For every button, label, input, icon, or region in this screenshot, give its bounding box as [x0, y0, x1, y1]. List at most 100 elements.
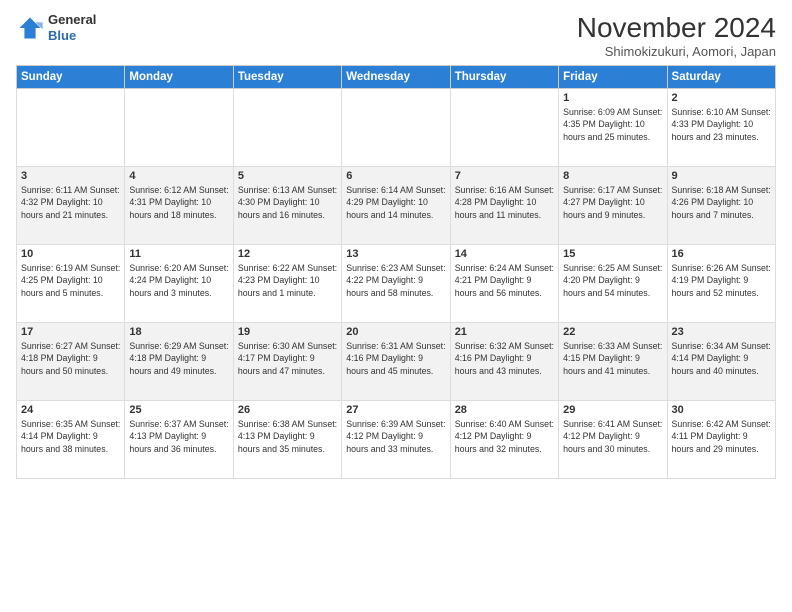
- day-info: Sunrise: 6:34 AM Sunset: 4:14 PM Dayligh…: [672, 340, 771, 377]
- day-info: Sunrise: 6:10 AM Sunset: 4:33 PM Dayligh…: [672, 106, 771, 143]
- location-subtitle: Shimokizukuri, Aomori, Japan: [577, 44, 776, 59]
- day-info: Sunrise: 6:39 AM Sunset: 4:12 PM Dayligh…: [346, 418, 445, 455]
- day-info: Sunrise: 6:20 AM Sunset: 4:24 PM Dayligh…: [129, 262, 228, 299]
- day-info: Sunrise: 6:19 AM Sunset: 4:25 PM Dayligh…: [21, 262, 120, 299]
- calendar-cell: 29 Sunrise: 6:41 AM Sunset: 4:12 PM Dayli…: [559, 401, 667, 479]
- calendar-cell: 11 Sunrise: 6:20 AM Sunset: 4:24 PM Dayli…: [125, 245, 233, 323]
- day-info: Sunrise: 6:37 AM Sunset: 4:13 PM Dayligh…: [129, 418, 228, 455]
- calendar-cell: 30Sunrise: 6:42 AM Sunset: 4:11 PM Dayli…: [667, 401, 775, 479]
- logo: General Blue: [16, 12, 96, 43]
- day-number: 22: [563, 326, 662, 338]
- day-info: Sunrise: 6:38 AM Sunset: 4:13 PM Dayligh…: [238, 418, 337, 455]
- day-number: 21: [455, 326, 554, 338]
- logo-text: General Blue: [48, 12, 96, 43]
- day-info: Sunrise: 6:25 AM Sunset: 4:20 PM Dayligh…: [563, 262, 662, 299]
- day-number: 11: [129, 248, 228, 260]
- col-sunday: Sunday: [17, 66, 125, 89]
- day-number: 4: [129, 170, 228, 182]
- day-number: 23: [672, 326, 771, 338]
- month-title: November 2024: [577, 12, 776, 44]
- day-info: Sunrise: 6:32 AM Sunset: 4:16 PM Dayligh…: [455, 340, 554, 377]
- calendar-cell: 8Sunrise: 6:17 AM Sunset: 4:27 PM Daylig…: [559, 167, 667, 245]
- col-wednesday: Wednesday: [342, 66, 450, 89]
- col-friday: Friday: [559, 66, 667, 89]
- day-info: Sunrise: 6:29 AM Sunset: 4:18 PM Dayligh…: [129, 340, 228, 377]
- day-info: Sunrise: 6:31 AM Sunset: 4:16 PM Dayligh…: [346, 340, 445, 377]
- day-number: 10: [21, 248, 120, 260]
- calendar-cell: 24Sunrise: 6:35 AM Sunset: 4:14 PM Dayli…: [17, 401, 125, 479]
- calendar-cell: 23 Sunrise: 6:34 AM Sunset: 4:14 PM Dayli…: [667, 323, 775, 401]
- day-info: Sunrise: 6:09 AM Sunset: 4:35 PM Dayligh…: [563, 106, 662, 143]
- day-info: Sunrise: 6:22 AM Sunset: 4:23 PM Dayligh…: [238, 262, 337, 299]
- calendar-cell: 12 Sunrise: 6:22 AM Sunset: 4:23 PM Dayli…: [233, 245, 341, 323]
- calendar-table: Sunday Monday Tuesday Wednesday Thursday…: [16, 65, 776, 479]
- calendar-cell: 27 Sunrise: 6:39 AM Sunset: 4:12 PM Dayli…: [342, 401, 450, 479]
- calendar-cell: 6 Sunrise: 6:14 AM Sunset: 4:29 PM Daylig…: [342, 167, 450, 245]
- day-info: Sunrise: 6:35 AM Sunset: 4:14 PM Dayligh…: [21, 418, 120, 455]
- day-info: Sunrise: 6:16 AM Sunset: 4:28 PM Dayligh…: [455, 184, 554, 221]
- page-container: General Blue November 2024 Shimokizukuri…: [0, 0, 792, 487]
- calendar-cell: 17Sunrise: 6:27 AM Sunset: 4:18 PM Dayli…: [17, 323, 125, 401]
- day-info: Sunrise: 6:17 AM Sunset: 4:27 PM Dayligh…: [563, 184, 662, 221]
- day-info: Sunrise: 6:33 AM Sunset: 4:15 PM Dayligh…: [563, 340, 662, 377]
- day-info: Sunrise: 6:27 AM Sunset: 4:18 PM Dayligh…: [21, 340, 120, 377]
- day-info: Sunrise: 6:12 AM Sunset: 4:31 PM Dayligh…: [129, 184, 228, 221]
- calendar-cell: 5Sunrise: 6:13 AM Sunset: 4:30 PM Daylig…: [233, 167, 341, 245]
- day-info: Sunrise: 6:14 AM Sunset: 4:29 PM Dayligh…: [346, 184, 445, 221]
- day-info: Sunrise: 6:30 AM Sunset: 4:17 PM Dayligh…: [238, 340, 337, 377]
- calendar-cell: 25 Sunrise: 6:37 AM Sunset: 4:13 PM Dayli…: [125, 401, 233, 479]
- calendar-cell: [125, 89, 233, 167]
- calendar-cell: 26 Sunrise: 6:38 AM Sunset: 4:13 PM Dayli…: [233, 401, 341, 479]
- day-number: 13: [346, 248, 445, 260]
- day-number: 25: [129, 404, 228, 416]
- calendar-week-0: 1 Sunrise: 6:09 AM Sunset: 4:35 PM Daylig…: [17, 89, 776, 167]
- calendar-week-2: 10 Sunrise: 6:19 AM Sunset: 4:25 PM Dayli…: [17, 245, 776, 323]
- day-info: Sunrise: 6:11 AM Sunset: 4:32 PM Dayligh…: [21, 184, 120, 221]
- calendar-cell: 18 Sunrise: 6:29 AM Sunset: 4:18 PM Dayli…: [125, 323, 233, 401]
- day-number: 19: [238, 326, 337, 338]
- logo-blue: Blue: [48, 28, 96, 44]
- day-number: 26: [238, 404, 337, 416]
- day-number: 1: [563, 92, 662, 104]
- day-number: 6: [346, 170, 445, 182]
- calendar-cell: 22 Sunrise: 6:33 AM Sunset: 4:15 PM Dayli…: [559, 323, 667, 401]
- day-number: 27: [346, 404, 445, 416]
- calendar-week-3: 17Sunrise: 6:27 AM Sunset: 4:18 PM Dayli…: [17, 323, 776, 401]
- day-number: 3: [21, 170, 120, 182]
- calendar-cell: 10 Sunrise: 6:19 AM Sunset: 4:25 PM Dayli…: [17, 245, 125, 323]
- day-number: 2: [672, 92, 771, 104]
- col-saturday: Saturday: [667, 66, 775, 89]
- calendar-cell: 16Sunrise: 6:26 AM Sunset: 4:19 PM Dayli…: [667, 245, 775, 323]
- calendar-cell: 13Sunrise: 6:23 AM Sunset: 4:22 PM Dayli…: [342, 245, 450, 323]
- calendar-cell: 9 Sunrise: 6:18 AM Sunset: 4:26 PM Daylig…: [667, 167, 775, 245]
- title-block: November 2024 Shimokizukuri, Aomori, Jap…: [577, 12, 776, 59]
- header-row: Sunday Monday Tuesday Wednesday Thursday…: [17, 66, 776, 89]
- logo-icon: [16, 14, 44, 42]
- calendar-week-1: 3 Sunrise: 6:11 AM Sunset: 4:32 PM Daylig…: [17, 167, 776, 245]
- day-number: 18: [129, 326, 228, 338]
- calendar-cell: 20Sunrise: 6:31 AM Sunset: 4:16 PM Dayli…: [342, 323, 450, 401]
- calendar-cell: 28Sunrise: 6:40 AM Sunset: 4:12 PM Dayli…: [450, 401, 558, 479]
- calendar-cell: 4 Sunrise: 6:12 AM Sunset: 4:31 PM Daylig…: [125, 167, 233, 245]
- calendar-cell: 21 Sunrise: 6:32 AM Sunset: 4:16 PM Dayli…: [450, 323, 558, 401]
- day-info: Sunrise: 6:40 AM Sunset: 4:12 PM Dayligh…: [455, 418, 554, 455]
- calendar-cell: 7Sunrise: 6:16 AM Sunset: 4:28 PM Daylig…: [450, 167, 558, 245]
- calendar-cell: [342, 89, 450, 167]
- day-number: 14: [455, 248, 554, 260]
- calendar-cell: [17, 89, 125, 167]
- calendar-cell: 15 Sunrise: 6:25 AM Sunset: 4:20 PM Dayli…: [559, 245, 667, 323]
- calendar-cell: [450, 89, 558, 167]
- day-info: Sunrise: 6:42 AM Sunset: 4:11 PM Dayligh…: [672, 418, 771, 455]
- day-number: 29: [563, 404, 662, 416]
- calendar-cell: 3 Sunrise: 6:11 AM Sunset: 4:32 PM Daylig…: [17, 167, 125, 245]
- day-number: 9: [672, 170, 771, 182]
- calendar-cell: [233, 89, 341, 167]
- day-info: Sunrise: 6:18 AM Sunset: 4:26 PM Dayligh…: [672, 184, 771, 221]
- day-number: 5: [238, 170, 337, 182]
- day-info: Sunrise: 6:41 AM Sunset: 4:12 PM Dayligh…: [563, 418, 662, 455]
- col-monday: Monday: [125, 66, 233, 89]
- day-number: 12: [238, 248, 337, 260]
- header: General Blue November 2024 Shimokizukuri…: [16, 12, 776, 59]
- calendar-cell: 1 Sunrise: 6:09 AM Sunset: 4:35 PM Daylig…: [559, 89, 667, 167]
- day-number: 15: [563, 248, 662, 260]
